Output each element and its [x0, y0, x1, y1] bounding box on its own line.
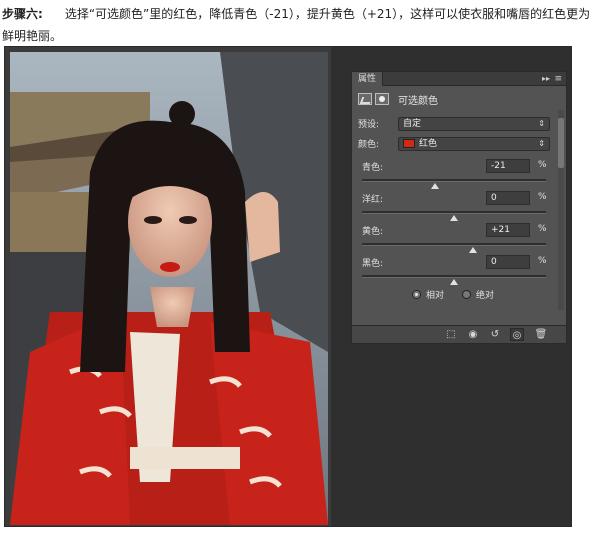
portrait-photo — [10, 52, 328, 525]
panel-menu-icon[interactable]: ≡ — [554, 72, 562, 86]
colors-label: 颜色: — [358, 140, 380, 150]
preset-row: 预设: 自定 ⇕ — [358, 116, 550, 131]
adjustment-title: 可选颜色 — [398, 95, 438, 107]
step-text: 选择“可选颜色”里的红色，降低青色（-21），提升黄色（+21），这样可以使衣服… — [2, 7, 591, 43]
radio-relative-label: 相对 — [426, 291, 445, 301]
adjustment-icon[interactable] — [358, 93, 372, 105]
method-radio-group: 相对 绝对 — [412, 288, 494, 301]
slider-track[interactable] — [362, 243, 546, 246]
mask-icon[interactable] — [375, 93, 389, 105]
preset-dropdown[interactable]: 自定 ⇕ — [398, 116, 550, 131]
magenta-value-input[interactable]: 0 — [486, 191, 530, 205]
panel-bottom-toolbar: ⬚ ◉ ↺ ◎ 🗑 — [352, 325, 566, 343]
colors-value: 红色 — [419, 138, 438, 149]
visibility-eye-icon[interactable]: ◎ — [510, 328, 524, 341]
adjustment-title-row: 可选颜色 — [358, 90, 438, 108]
radio-absolute[interactable] — [462, 290, 472, 299]
slider-yellow: 黄色: +21 % — [358, 223, 554, 254]
slider-magenta: 洋红: 0 % — [358, 191, 554, 222]
slider-thumb[interactable] — [450, 279, 458, 285]
view-previous-icon[interactable]: ◉ — [466, 328, 480, 341]
slider-cyan: 青色: -21 % — [358, 159, 554, 190]
clip-to-layer-icon[interactable]: ⬚ — [444, 328, 458, 341]
panel-tab-bar: 属性 ▸▸ ≡ — [352, 72, 566, 86]
panel-scrollbar[interactable] — [558, 110, 564, 310]
trash-icon[interactable]: 🗑 — [534, 328, 548, 341]
slider-track[interactable] — [362, 211, 546, 214]
radio-relative[interactable] — [412, 290, 421, 299]
slider-track[interactable] — [362, 275, 546, 278]
color-swatch — [403, 139, 415, 148]
intro-paragraph: 步骤六: 选择“可选颜色”里的红色，降低青色（-21），提升黄色（+21），这样可… — [2, 3, 598, 47]
preset-label: 预设: — [358, 120, 380, 130]
percent-unit: % — [538, 256, 547, 266]
properties-panel: 属性 ▸▸ ≡ 可选颜色 预设: 自定 ⇕ 颜色: 红色 ⇕ 青色: -21 %… — [351, 71, 567, 344]
dropdown-caret-icon: ⇕ — [538, 138, 545, 148]
dropdown-caret-icon: ⇕ — [538, 118, 545, 128]
percent-unit: % — [538, 192, 547, 202]
slider-thumb[interactable] — [450, 215, 458, 221]
slider-label: 黄色: — [362, 227, 384, 237]
scrollbar-thumb[interactable] — [558, 118, 564, 168]
slider-thumb[interactable] — [469, 247, 478, 253]
slider-label: 青色: — [362, 163, 384, 173]
step-label: 步骤六: — [2, 7, 43, 21]
photo-illustration — [10, 52, 328, 525]
cyan-value-input[interactable]: -21 — [486, 159, 530, 173]
reset-icon[interactable]: ↺ — [488, 328, 502, 341]
slider-black: 黑色: 0 % — [358, 255, 554, 286]
percent-unit: % — [538, 224, 547, 234]
preset-value: 自定 — [403, 118, 422, 129]
slider-thumb[interactable] — [430, 183, 439, 189]
collapse-arrows-icon[interactable]: ▸▸ — [542, 72, 550, 86]
slider-label: 黑色: — [362, 259, 384, 269]
yellow-value-input[interactable]: +21 — [486, 223, 530, 237]
percent-unit: % — [538, 160, 547, 170]
photoshop-workspace: 属性 ▸▸ ≡ 可选颜色 预设: 自定 ⇕ 颜色: 红色 ⇕ 青色: -21 %… — [4, 46, 572, 527]
tab-properties[interactable]: 属性 — [352, 72, 384, 86]
colors-dropdown[interactable]: 红色 ⇕ — [398, 136, 550, 151]
slider-track[interactable] — [362, 179, 546, 182]
slider-label: 洋红: — [362, 195, 384, 205]
radio-absolute-label: 绝对 — [476, 291, 495, 301]
black-value-input[interactable]: 0 — [486, 255, 530, 269]
colors-row: 颜色: 红色 ⇕ — [358, 136, 550, 151]
